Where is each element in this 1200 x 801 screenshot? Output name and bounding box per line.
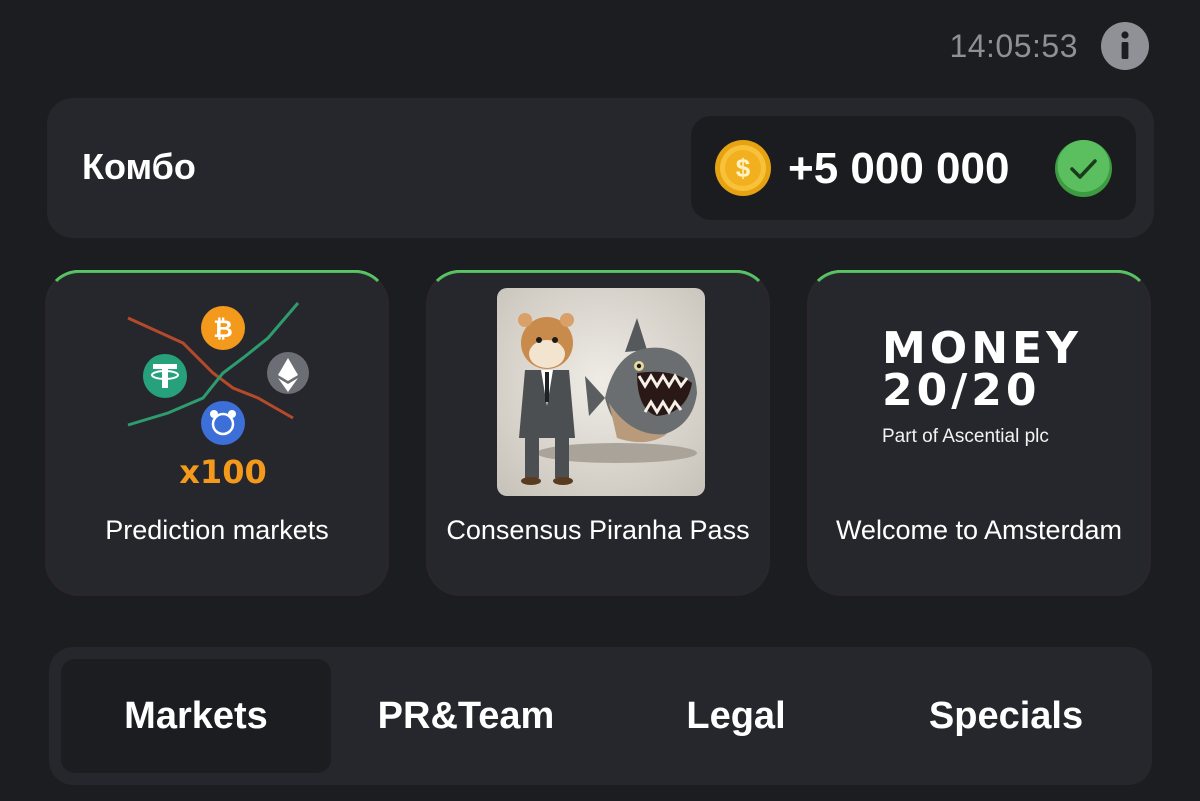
ethereum-icon (267, 352, 309, 394)
x100-badge: x100 (179, 453, 266, 491)
logo-line-money: MONEY (882, 323, 1082, 374)
card-label: Welcome to Amsterdam (835, 515, 1123, 545)
combo-title: Комбо (82, 146, 196, 187)
svg-text:₿: ₿ (213, 315, 233, 343)
tether-icon (143, 354, 187, 398)
info-button[interactable] (1101, 22, 1149, 70)
tab-pr-team[interactable]: PR&Team (331, 659, 601, 773)
card-prediction-markets[interactable]: ₿ x100 Prediction markets (45, 270, 389, 596)
check-icon (1055, 140, 1112, 197)
combo-reward-box: $ +5 000 000 (691, 116, 1136, 220)
tab-markets[interactable]: Markets (61, 659, 331, 773)
hamster-icon (201, 401, 245, 445)
clock-time: 14:05:53 (949, 28, 1078, 64)
info-icon (1121, 31, 1129, 59)
money2020-logo: MONEY 20/20 Part of Ascential plc (882, 323, 1082, 458)
combo-reward-amount: +5 000 000 (788, 144, 1010, 193)
card-label: Consensus Piranha Pass (446, 515, 750, 545)
category-tabs: Markets PR&Team Legal Specials (49, 647, 1152, 785)
prediction-markets-illustration: ₿ x100 (127, 302, 309, 491)
logo-line-2020: 20/20 (882, 365, 1041, 416)
combo-panel: Комбо $ +5 000 000 (47, 98, 1154, 238)
coin-icon: $ (715, 140, 771, 196)
card-welcome-to-amsterdam[interactable]: MONEY 20/20 Part of Ascential plc Welcom… (807, 270, 1151, 596)
hamster-piranha-image (497, 288, 705, 496)
tab-specials[interactable]: Specials (871, 659, 1141, 773)
card-label: Prediction markets (105, 515, 329, 545)
bitcoin-icon: ₿ (201, 306, 245, 350)
card-consensus-piranha-pass[interactable]: Consensus Piranha Pass (426, 270, 770, 596)
coin-symbol: $ (736, 153, 751, 183)
tab-legal[interactable]: Legal (601, 659, 871, 773)
logo-subtitle: Part of Ascential plc (882, 426, 1049, 447)
